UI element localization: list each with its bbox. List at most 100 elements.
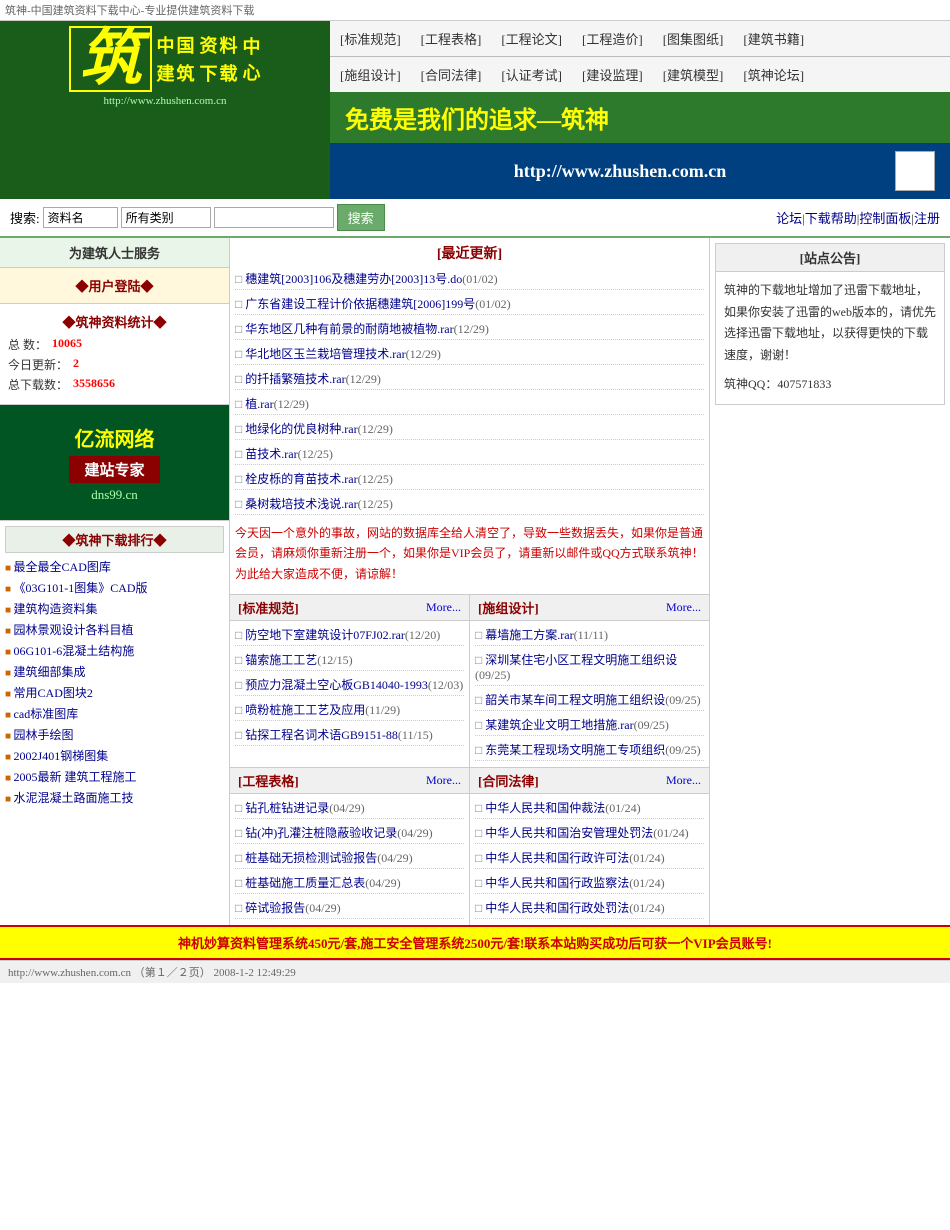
nav-top: [标准规范] [工程表格] [工程论文] [工程造价] [图集图纸] [建筑书籍… bbox=[330, 21, 950, 57]
stats-section: ◆筑神资料统计◆ 总 数： 10065 今日更新： 2 总下载数： 355865… bbox=[0, 304, 229, 405]
hetong-item-2[interactable]: 中华人民共和国行政许可法 bbox=[485, 851, 629, 865]
search-keyword-input[interactable] bbox=[214, 207, 334, 228]
update-item-7[interactable]: 苗技术.rar bbox=[245, 447, 297, 461]
promo-text: 神机妙算资料管理系统450元/套,施工安全管理系统2500元/套!联系本站购买成… bbox=[178, 936, 772, 951]
download-help-link[interactable]: 下载帮助 bbox=[805, 211, 857, 226]
rank-item-11[interactable]: 水泥混凝土路面施工技 bbox=[14, 791, 134, 805]
promo-banner[interactable]: 神机妙算资料管理系统450元/套,施工安全管理系统2500元/套!联系本站购买成… bbox=[0, 925, 950, 960]
rank-item-3[interactable]: 园林景观设计各料目植 bbox=[14, 623, 134, 637]
update-item-5[interactable]: 植.rar bbox=[245, 397, 273, 411]
date-8: (12/25) bbox=[358, 472, 393, 486]
register-link[interactable]: 注册 bbox=[914, 211, 940, 226]
rank-item-5[interactable]: 建筑细部集成 bbox=[14, 665, 86, 679]
biaozhun-item-2[interactable]: 预应力混凝土空心板GB14040-1993 bbox=[245, 678, 428, 692]
list-item: □ 苗技术.rar(12/25) bbox=[235, 443, 704, 465]
search-cat-input[interactable] bbox=[121, 207, 211, 228]
biaozhun-item-3[interactable]: 喷粉桩施工工艺及应用 bbox=[245, 703, 365, 717]
hetong-item-1[interactable]: 中华人民共和国治安管理处罚法 bbox=[485, 826, 653, 840]
nav-tujizhuji[interactable]: [图集图纸] bbox=[653, 25, 734, 52]
forum-link[interactable]: 论坛 bbox=[776, 211, 802, 226]
nav-zaojia[interactable]: [工程造价] bbox=[572, 25, 653, 52]
shizu-item-1[interactable]: 深圳某住宅小区工程文明施工组织设 bbox=[485, 653, 677, 667]
nav-biaoge[interactable]: [工程表格] bbox=[411, 25, 492, 52]
shizu-item-3[interactable]: 某建筑企业文明工地措施.rar bbox=[485, 718, 633, 732]
nav-shujixj[interactable]: [建筑书籍] bbox=[733, 25, 814, 52]
status-bar: http://www.zhushen.com.cn （第１／２页） 2008-1… bbox=[0, 960, 950, 983]
rank-item-8[interactable]: 园林手绘图 bbox=[14, 728, 74, 742]
date-3: (12/29) bbox=[406, 347, 441, 361]
nav-lunwen[interactable]: [工程论文] bbox=[491, 25, 572, 52]
date-1: (01/02) bbox=[475, 297, 510, 311]
notice-box: [站点公告] 筑神的下载地址增加了迅雷下载地址，如果你安装了迅雷的web版本的，… bbox=[715, 243, 945, 405]
search-name-input[interactable] bbox=[43, 207, 118, 228]
update-item-1[interactable]: 广东省建设工程计价依据穗建筑[2006]199号 bbox=[245, 297, 475, 311]
rank-item-2[interactable]: 建筑构造资料集 bbox=[14, 602, 98, 616]
update-item-2[interactable]: 华东地区几种有前景的耐荫地被植物.rar bbox=[245, 322, 453, 336]
white-square bbox=[895, 151, 935, 191]
shizu-item-4[interactable]: 东莞某工程现场文明施工专项组织 bbox=[485, 743, 665, 757]
rank-item-10[interactable]: 2005最新 建筑工程施工 bbox=[14, 770, 137, 784]
ad-line3: dns99.cn bbox=[91, 487, 138, 503]
rank-item-0[interactable]: 最全最全CAD图库 bbox=[14, 560, 111, 574]
gongjian-item-1[interactable]: 钻(冲)孔灌注桩隐蔽验收记录 bbox=[245, 826, 397, 840]
center-content: [最近更新] □ 穗建筑[2003]106及穗建劳办[2003]13号.do(0… bbox=[230, 238, 710, 925]
ad-line1: 亿流网络 bbox=[75, 423, 155, 452]
hetong-item-0[interactable]: 中华人民共和国仲裁法 bbox=[485, 801, 605, 815]
shizu-item-0[interactable]: 幕墙施工方案.rar bbox=[485, 628, 573, 642]
nav-biaozhun[interactable]: [标准规范] bbox=[330, 25, 411, 52]
right-sidebar: [站点公告] 筑神的下载地址增加了迅雷下载地址，如果你安装了迅雷的web版本的，… bbox=[710, 238, 950, 925]
page-title: 筑神-中国建筑资料下载中心-专业提供建筑资料下载 bbox=[5, 5, 254, 17]
cat-gongjian-more[interactable]: More... bbox=[426, 773, 461, 788]
nav-hetong[interactable]: [合同法律] bbox=[411, 61, 492, 88]
date-9: (12/25) bbox=[358, 497, 393, 511]
update-item-8[interactable]: 栓皮栎的育苗技术.rar bbox=[245, 472, 357, 486]
rank-item-7[interactable]: cad标准图库 bbox=[14, 707, 79, 721]
url-display: http://www.zhushen.com.cn bbox=[345, 161, 895, 182]
hetong-item-4[interactable]: 中华人民共和国行政处罚法 bbox=[485, 901, 629, 915]
gongjian-item-2[interactable]: 桩基础无损检测试验报告 bbox=[245, 851, 377, 865]
rank-item-4[interactable]: 06G101-6混凝土结构施 bbox=[14, 644, 135, 658]
rank-item-9[interactable]: 2002J401钢梯图集 bbox=[14, 749, 109, 763]
cats-row-2: [工程表格] More... □ 钻孔桩钻进记录(04/29) □ 钻(冲)孔灌… bbox=[230, 768, 709, 925]
gongjian-item-4[interactable]: 碎试验报告 bbox=[245, 901, 305, 915]
cat-hetong-more[interactable]: More... bbox=[666, 773, 701, 788]
logo-graphic: 筑 中 国 建 筑 资 料 下 载 中 心 http://www. bbox=[0, 21, 330, 112]
cat-biaozhun-more[interactable]: More... bbox=[426, 600, 461, 615]
nav-luntan[interactable]: [筑神论坛] bbox=[733, 61, 814, 88]
update-item-9[interactable]: 桑树栽培技术浅说.rar bbox=[245, 497, 357, 511]
cat-biaozhun-link[interactable]: [标准规范] bbox=[238, 598, 299, 617]
update-item-4[interactable]: 的扦插繁殖技术.rar bbox=[245, 372, 345, 386]
top-bar: 筑神-中国建筑资料下载中心-专业提供建筑资料下载 bbox=[0, 0, 950, 21]
service-title: 为建筑人士服务 bbox=[0, 238, 229, 268]
recent-title-link[interactable]: [最近更新] bbox=[437, 247, 502, 262]
shizu-item-2[interactable]: 韶关市某车间工程文明施工组织设 bbox=[485, 693, 665, 707]
update-item-0[interactable]: 穗建筑[2003]106及穗建劳办[2003]13号.do bbox=[245, 272, 462, 286]
gongjian-item-3[interactable]: 桩基础施工质量汇总表 bbox=[245, 876, 365, 890]
cat-gongjian: [工程表格] More... □ 钻孔桩钻进记录(04/29) □ 钻(冲)孔灌… bbox=[230, 768, 470, 925]
today-value: 2 bbox=[73, 356, 79, 373]
cat-shizu-more[interactable]: More... bbox=[666, 600, 701, 615]
hetong-item-3[interactable]: 中华人民共和国行政监察法 bbox=[485, 876, 629, 890]
biaozhun-item-1[interactable]: 锚索施工工艺 bbox=[245, 653, 317, 667]
update-item-6[interactable]: 地绿化的优良树种.rar bbox=[245, 422, 357, 436]
nav-jianli[interactable]: [建设监理] bbox=[572, 61, 653, 88]
nav-shizusheji[interactable]: [施组设计] bbox=[330, 61, 411, 88]
nav-kaoshi[interactable]: [认证考试] bbox=[491, 61, 572, 88]
ad-box[interactable]: 亿流网络 建站专家 dns99.cn bbox=[0, 405, 229, 520]
biaozhun-item-4[interactable]: 钻探工程名词术语GB9151-88 bbox=[245, 728, 398, 742]
gongjian-item-0[interactable]: 钻孔桩钻进记录 bbox=[245, 801, 329, 815]
rank-item-1[interactable]: 《03G101-1图集》CAD版 bbox=[14, 581, 148, 595]
biaozhun-item-0[interactable]: 防空地下室建筑设计07FJ02.rar bbox=[245, 628, 405, 642]
total-label: 总 数： bbox=[8, 336, 47, 353]
list-item: □ 桑树栽培技术浅说.rar(12/25) bbox=[235, 493, 704, 515]
list-item: □ 栓皮栎的育苗技术.rar(12/25) bbox=[235, 468, 704, 490]
control-panel-link[interactable]: 控制面板 bbox=[859, 211, 911, 226]
cat-shizu: [施组设计] More... □ 幕墙施工方案.rar(11/11) □ 深圳某… bbox=[470, 595, 709, 767]
cat-hetong-link[interactable]: [合同法律] bbox=[478, 771, 539, 790]
cat-gongjian-link[interactable]: [工程表格] bbox=[238, 771, 299, 790]
update-item-3[interactable]: 华北地区玉兰栽培管理技术.rar bbox=[245, 347, 405, 361]
search-button[interactable]: 搜索 bbox=[337, 204, 385, 231]
rank-item-6[interactable]: 常用CAD图块2 bbox=[14, 686, 93, 700]
cat-shizu-link[interactable]: [施组设计] bbox=[478, 598, 539, 617]
nav-moxing[interactable]: [建筑模型] bbox=[653, 61, 734, 88]
